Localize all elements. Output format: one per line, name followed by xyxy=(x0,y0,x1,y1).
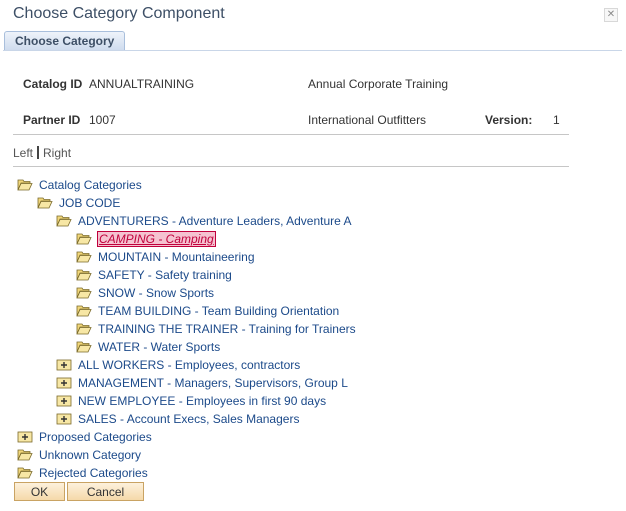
tree-node-proposed-categories[interactable]: Proposed Categories xyxy=(17,429,152,445)
catalog-id-label: Catalog ID xyxy=(23,77,83,91)
folder-open-icon xyxy=(56,215,72,227)
version-value: 1 xyxy=(553,113,560,127)
tree-node-all-workers[interactable]: ALL WORKERS - Employees, contractors xyxy=(56,357,300,373)
folder-plus-icon xyxy=(56,359,72,371)
divider-bottom xyxy=(13,166,569,167)
tree-node-safety[interactable]: SAFETY - Safety training xyxy=(76,267,232,283)
window-title: Choose Category Component xyxy=(13,5,225,22)
orientation-toggle: Left Right xyxy=(13,146,71,160)
tree-node-catalog-categories[interactable]: Catalog Categories xyxy=(17,177,142,193)
folder-open-icon xyxy=(37,197,53,209)
tree-node-job-code[interactable]: JOB CODE xyxy=(37,195,120,211)
folder-open-icon xyxy=(76,305,92,317)
tree-node-camping[interactable]: CAMPING - Camping xyxy=(76,231,216,247)
separator xyxy=(37,146,40,159)
ok-button[interactable]: OK xyxy=(14,482,65,501)
folder-plus-icon xyxy=(56,413,72,425)
folder-plus-icon xyxy=(56,395,72,407)
version-label: Version: xyxy=(485,113,533,127)
tree-node-management[interactable]: MANAGEMENT - Managers, Supervisors, Grou… xyxy=(56,375,348,391)
catalog-description: Annual Corporate Training xyxy=(308,77,449,91)
folder-open-icon xyxy=(17,179,33,191)
tree-node-adventurers[interactable]: ADVENTURERS - Adventure Leaders, Adventu… xyxy=(56,213,351,229)
folder-open-icon xyxy=(76,233,92,245)
folder-open-icon xyxy=(76,251,92,263)
left-option[interactable]: Left xyxy=(13,146,33,160)
partner-id-label: Partner ID xyxy=(23,113,81,127)
tree-node-water[interactable]: WATER - Water Sports xyxy=(76,339,220,355)
folder-open-icon xyxy=(76,341,92,353)
tree-node-training-the-trainer[interactable]: TRAINING THE TRAINER - Training for Trai… xyxy=(76,321,356,337)
folder-plus-icon xyxy=(17,431,33,443)
tree-node-rejected-categories[interactable]: Rejected Categories xyxy=(17,465,148,481)
folder-open-icon xyxy=(76,287,92,299)
folder-open-icon xyxy=(76,323,92,335)
tree-node-snow[interactable]: SNOW - Snow Sports xyxy=(76,285,214,301)
right-option[interactable]: Right xyxy=(43,146,71,160)
folder-open-icon xyxy=(76,269,92,281)
tree-node-new-employee[interactable]: NEW EMPLOYEE - Employees in first 90 day… xyxy=(56,393,326,409)
catalog-id-value: ANNUALTRAINING xyxy=(89,77,195,91)
folder-open-icon xyxy=(17,467,33,479)
partner-description: International Outfitters xyxy=(308,113,427,127)
title-bar: Choose Category Component ✕ xyxy=(0,0,626,28)
partner-id-value: 1007 xyxy=(89,113,116,127)
tab-choose-category[interactable]: Choose Category xyxy=(4,31,126,50)
folder-plus-icon xyxy=(56,377,72,389)
tree-node-sales[interactable]: SALES - Account Execs, Sales Managers xyxy=(56,411,299,427)
tab-strip: Choose Category xyxy=(3,31,622,51)
tree-node-mountain[interactable]: MOUNTAIN - Mountaineering xyxy=(76,249,255,265)
folder-open-icon xyxy=(17,449,33,461)
tree-node-unknown-category[interactable]: Unknown Category xyxy=(17,447,141,463)
divider-top xyxy=(13,134,569,135)
cancel-button[interactable]: Cancel xyxy=(67,482,144,501)
close-icon[interactable]: ✕ xyxy=(604,8,618,22)
tree-node-team-building[interactable]: TEAM BUILDING - Team Building Orientatio… xyxy=(76,303,339,319)
